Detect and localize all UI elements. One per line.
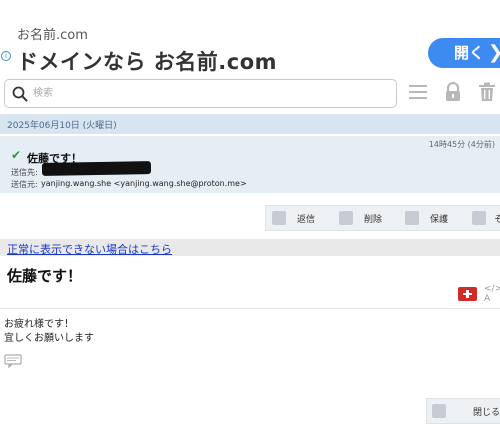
ad-open-label: 開く: [454, 44, 485, 62]
ad-banner[interactable]: i お名前.com ドメインなら お名前.com 開く ❯: [0, 10, 500, 74]
protect-label: 保護: [430, 215, 449, 225]
delete-button[interactable]: 削除: [336, 206, 402, 230]
search-icon: [12, 86, 28, 102]
protect-button[interactable]: 保護: [402, 206, 470, 230]
menu-icon[interactable]: [408, 83, 428, 101]
body-line: 宜しくお願いします: [4, 333, 94, 344]
ad-brand-text: お名前.com: [17, 28, 88, 43]
protect-icon: [405, 211, 419, 225]
check-icon: ✔: [11, 148, 22, 162]
body-line: お疲れ様です！: [4, 319, 74, 330]
date-text: 2025年06月10日 (火曜日): [7, 121, 117, 131]
ad-headline: ドメインなら お名前.com: [17, 50, 278, 74]
to-label: 送信先:: [11, 168, 38, 177]
reply-icon: [272, 211, 286, 225]
swiss-flag-icon[interactable]: [458, 287, 477, 301]
close-button[interactable]: 閉じる: [426, 398, 500, 424]
ad-info-icon[interactable]: i: [1, 51, 11, 61]
display-link-bar: 正常に表示できない場合はこちら: [0, 239, 500, 256]
close-label: 閉じる: [473, 408, 500, 418]
body-subject: 佐藤です！: [7, 267, 83, 285]
reply-label: 返信: [297, 215, 316, 225]
display-problem-link[interactable]: 正常に表示できない場合はこちら: [7, 241, 172, 257]
delete-icon: [339, 211, 353, 225]
more-icon: [472, 211, 486, 225]
chevron-right-icon: ❯: [488, 38, 500, 68]
reply-button[interactable]: 返信: [266, 206, 336, 230]
lock-icon[interactable]: [444, 82, 462, 102]
from-label: 送信元:: [11, 180, 38, 189]
redaction-mark: [41, 161, 152, 176]
comment-icon[interactable]: [4, 354, 22, 368]
search-input[interactable]: [33, 83, 388, 104]
more-button[interactable]: そ: [470, 206, 500, 230]
ad-open-button[interactable]: 開く ❯: [428, 38, 500, 68]
close-icon: [432, 404, 446, 418]
search-box[interactable]: [4, 79, 397, 108]
more-label: そ: [494, 215, 500, 225]
action-bar: 返信 削除 保護 そ: [265, 205, 500, 231]
from-value: yanjing.wang.she <yanjing.wang.she@proto…: [41, 179, 247, 188]
date-bar: 2025年06月10日 (火曜日): [0, 114, 500, 134]
divider: [0, 308, 500, 309]
trash-icon[interactable]: [478, 82, 496, 102]
mail-time: 14時45分 (4分前): [428, 140, 495, 149]
source-code-icon[interactable]: </> A: [484, 284, 500, 304]
delete-label: 削除: [364, 215, 383, 225]
